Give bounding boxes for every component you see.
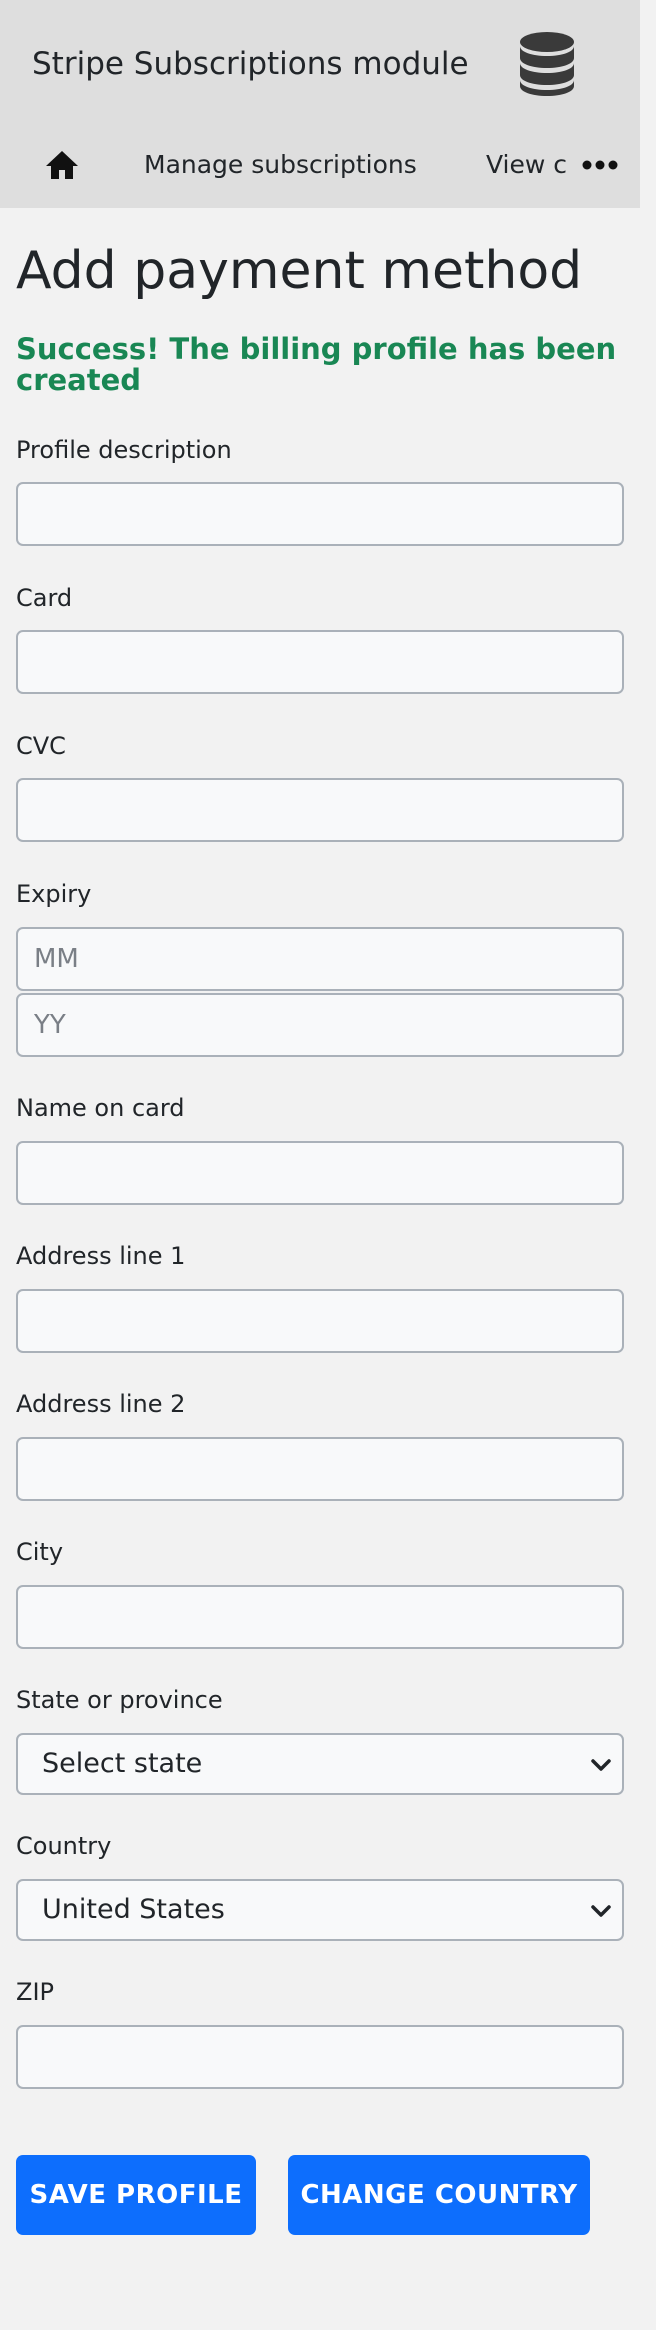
address-line-2-input[interactable]: [16, 1437, 624, 1501]
database-icon: [520, 32, 574, 96]
profile-description-label: Profile description: [16, 436, 232, 464]
chevron-down-icon: [591, 1905, 611, 1917]
expiry-year-input[interactable]: [16, 993, 624, 1057]
nav-item-view[interactable]: View c: [486, 148, 570, 182]
card-label: Card: [16, 584, 73, 612]
save-profile-button[interactable]: SAVE PROFILE: [16, 2155, 256, 2235]
zip-label: ZIP: [16, 1978, 54, 2006]
address-line-1-input[interactable]: [16, 1289, 624, 1353]
top-navbar: Stripe Subscriptions module Manage subsc…: [0, 0, 640, 208]
home-icon[interactable]: [44, 148, 80, 182]
page-title: Add payment method: [16, 241, 583, 301]
card-input[interactable]: [16, 630, 624, 694]
state-selected-value: Select state: [42, 1748, 203, 1779]
country-select[interactable]: United States: [16, 1879, 624, 1941]
city-label: City: [16, 1538, 64, 1566]
profile-description-input[interactable]: [16, 482, 624, 546]
cvc-label: CVC: [16, 732, 66, 760]
app-title[interactable]: Stripe Subscriptions module: [32, 44, 469, 84]
success-message: Success! The billing profile has been cr…: [16, 332, 617, 397]
name-on-card-input[interactable]: [16, 1141, 624, 1205]
more-horizontal-icon[interactable]: [580, 148, 620, 182]
chevron-down-icon: [591, 1759, 611, 1771]
country-label: Country: [16, 1832, 112, 1860]
address-line-2-label: Address line 2: [16, 1390, 186, 1418]
cvc-input[interactable]: [16, 778, 624, 842]
expiry-month-input[interactable]: [16, 927, 624, 991]
name-on-card-label: Name on card: [16, 1094, 185, 1122]
nav-item-manage-subscriptions[interactable]: Manage subscriptions: [144, 148, 417, 182]
zip-input[interactable]: [16, 2025, 624, 2089]
state-label: State or province: [16, 1686, 223, 1714]
address-line-1-label: Address line 1: [16, 1242, 186, 1270]
state-select[interactable]: Select state: [16, 1733, 624, 1795]
main-nav: Manage subscriptions View c: [0, 130, 640, 200]
country-selected-value: United States: [42, 1894, 225, 1925]
change-country-button[interactable]: CHANGE COUNTRY: [288, 2155, 590, 2235]
city-input[interactable]: [16, 1585, 624, 1649]
expiry-label: Expiry: [16, 880, 92, 908]
page: Stripe Subscriptions module Manage subsc…: [0, 0, 656, 2330]
